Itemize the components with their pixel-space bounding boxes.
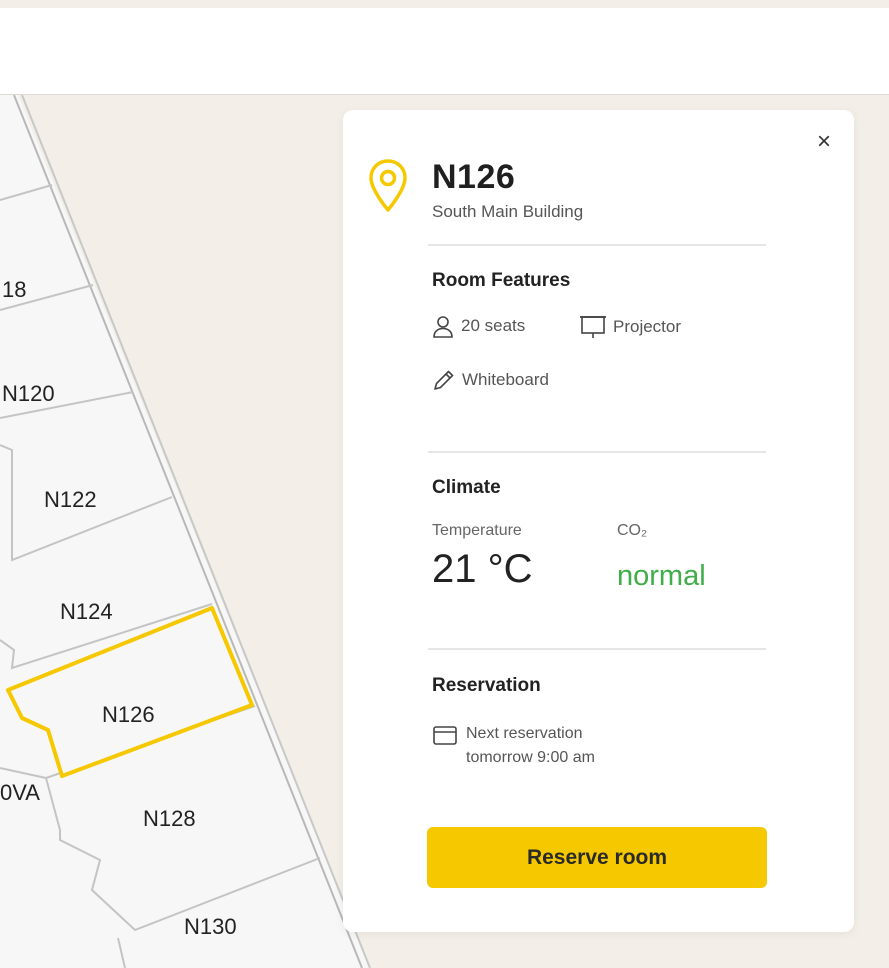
projector-screen-icon — [580, 316, 606, 338]
room-label-n128[interactable]: N128 — [143, 806, 196, 831]
calendar-icon — [433, 726, 457, 745]
feature-whiteboard-label: Whiteboard — [462, 370, 549, 389]
feature-seats: 20 seats — [431, 314, 525, 338]
person-icon — [433, 316, 453, 338]
divider — [428, 451, 766, 453]
next-reservation: Next reservation tomorrow 9:00 am — [432, 722, 595, 770]
room-label-n130[interactable]: N130 — [184, 914, 237, 939]
close-button[interactable]: × — [812, 130, 836, 154]
feature-seats-label: 20 seats — [461, 316, 526, 335]
temperature-value: 21 °C — [432, 547, 533, 591]
top-bar — [0, 8, 889, 95]
room-label-n126[interactable]: N126 — [102, 702, 155, 727]
room-label-n122[interactable]: N122 — [44, 487, 97, 512]
feature-projector-label: Projector — [613, 317, 682, 336]
feature-projector: Projector — [579, 314, 681, 340]
building-name: South Main Building — [432, 202, 584, 221]
feature-whiteboard: Whiteboard — [432, 368, 549, 392]
climate-heading: Climate — [432, 477, 501, 498]
co2-value: normal — [617, 560, 706, 592]
co2-label: CO₂ — [617, 522, 648, 539]
temperature-label: Temperature — [432, 522, 522, 539]
reservation-heading: Reservation — [432, 675, 541, 696]
divider — [428, 648, 766, 650]
room-label-0va[interactable]: 0VA — [0, 780, 40, 805]
room-label-18[interactable]: 18 — [2, 277, 26, 302]
room-label-n124[interactable]: N124 — [60, 599, 113, 624]
divider — [428, 244, 766, 246]
map-pin-icon — [368, 158, 408, 219]
room-details-panel — [343, 110, 854, 932]
reservation-line-2: tomorrow 9:00 am — [466, 749, 595, 766]
room-title: N126 — [432, 158, 516, 196]
reserve-room-button[interactable]: Reserve room — [427, 827, 767, 888]
room-label-n120[interactable]: N120 — [2, 381, 55, 406]
features-heading: Room Features — [432, 270, 571, 291]
reservation-line-1: Next reservation — [466, 725, 583, 742]
building-floor — [0, 95, 370, 968]
pencil-icon — [434, 370, 454, 390]
